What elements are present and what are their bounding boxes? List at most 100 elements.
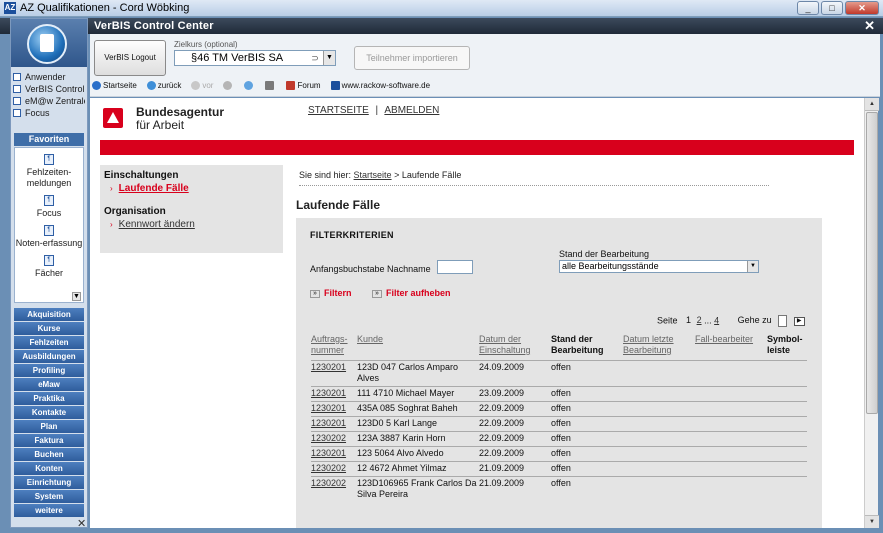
order-number-link[interactable]: 1230202 xyxy=(311,431,357,447)
nav-faktura[interactable]: Faktura xyxy=(14,434,84,447)
zielkurs-label: Zielkurs (optional) xyxy=(174,40,238,49)
app-item-focus[interactable]: Focus xyxy=(13,107,85,119)
left-nav: Einschaltungen › Laufende Fälle Organisat… xyxy=(100,165,283,253)
nav-kontakte[interactable]: Kontakte xyxy=(14,406,84,419)
col-datum-einschaltung[interactable]: Datum der Einschaltung xyxy=(479,334,551,361)
chevron-down-icon[interactable]: ▼ xyxy=(323,51,335,65)
nav-fehlzeiten[interactable]: Fehlzeiten xyxy=(14,336,84,349)
nav-praktika[interactable]: Praktika xyxy=(14,392,84,405)
app-item-emaw-zentrale[interactable]: eM@w Zentrale xyxy=(13,95,85,107)
order-number-link[interactable]: 1230201 xyxy=(311,446,357,462)
maximize-button[interactable]: □ xyxy=(821,1,843,15)
chevron-right-icon: › xyxy=(110,220,113,229)
favorites-list: ¶ Fehlzeiten-meldungen ¶ Focus ¶ Noten-erfa… xyxy=(14,147,84,303)
scroll-thumb[interactable] xyxy=(866,112,878,414)
app-item-verbis-control[interactable]: VerBIS Control xyxy=(13,83,85,95)
website-link[interactable]: www.rackow-software.de xyxy=(330,81,430,90)
table-row: 1230202 123D106965 Frank Carlos Da Silva … xyxy=(311,476,807,502)
sidebar: Anwender VerBIS Control eM@w Zentrale Fo… xyxy=(10,18,88,530)
window-icon xyxy=(13,109,21,117)
stand-select[interactable]: alle Bearbeitungsstände ▼ xyxy=(559,260,759,273)
close-icon[interactable]: ✕ xyxy=(864,18,875,34)
top-nav: STARTSEITE | ABMELDEN xyxy=(308,105,439,116)
forum-icon xyxy=(286,81,296,90)
back-arrow-icon xyxy=(146,81,156,90)
back-link[interactable]: zurück xyxy=(146,81,181,90)
page-link-4[interactable]: 4 xyxy=(714,315,719,325)
stop-button[interactable] xyxy=(223,81,234,90)
nav-system[interactable]: System xyxy=(14,490,84,503)
nav-akquisition[interactable]: Akquisition xyxy=(14,308,84,321)
favorite-faecher[interactable]: ¶ Fächer xyxy=(15,255,83,279)
goto-page-input[interactable] xyxy=(778,315,788,327)
order-number-link[interactable]: 1230201 xyxy=(311,386,357,402)
favorite-fehlzeiten[interactable]: ¶ Fehlzeiten-meldungen xyxy=(15,154,83,189)
order-number-link[interactable]: 1230201 xyxy=(311,401,357,417)
nav-weitere[interactable]: weitere xyxy=(14,504,84,517)
order-number-link[interactable]: 1230201 xyxy=(311,416,357,432)
table-row: 1230202 12 4672 Ahmet Yilmaz 21.09.2009 off… xyxy=(311,461,807,477)
table-row: 1230201 123D0 5 Karl Lange 22.09.2009 offen xyxy=(311,416,807,432)
goto-arrow-icon[interactable]: ▶ xyxy=(793,316,805,326)
nav-emaw[interactable]: eMaw xyxy=(14,378,84,391)
module-nav: Akquisition Kurse Fehlzeiten Ausbildunge… xyxy=(14,308,84,518)
close-sidebar-icon[interactable]: ✕ xyxy=(77,517,86,530)
startseite-link[interactable]: STARTSEITE xyxy=(308,105,369,116)
col-auftragsnummer[interactable]: Auftrags-nummer xyxy=(311,334,357,361)
filter-button[interactable]: » Filtern xyxy=(310,288,352,298)
forum-link[interactable]: Forum xyxy=(286,81,321,90)
import-participants-button[interactable]: Teilnehmer importieren xyxy=(354,46,470,70)
nav-ausbildungen[interactable]: Ausbildungen xyxy=(14,350,84,363)
minimize-button[interactable]: _ xyxy=(797,1,819,15)
folder-icon[interactable]: ⊃ xyxy=(307,53,323,64)
zielkurs-select[interactable]: §46 TM VerBIS SA ⊃ ▼ xyxy=(174,50,336,66)
col-fallbearbeiter[interactable]: Fall-bearbeiter xyxy=(695,334,767,361)
window-title: AZ Qualifikationen - Cord Wöbking xyxy=(20,2,190,14)
vertical-scrollbar[interactable]: ▲ ▼ xyxy=(864,98,879,528)
home-link[interactable]: Startseite xyxy=(92,81,137,90)
page-link-2[interactable]: 2 xyxy=(697,315,702,325)
nav-konten[interactable]: Konten xyxy=(14,462,84,475)
col-datum-letzte[interactable]: Datum letzte Bearbeitung xyxy=(623,334,695,361)
order-number-link[interactable]: 1230202 xyxy=(311,476,357,502)
close-window-button[interactable]: ✕ xyxy=(845,1,879,15)
leftnav-einschaltungen: Einschaltungen xyxy=(104,170,179,181)
double-arrow-icon: » xyxy=(310,289,320,298)
nav-buchen[interactable]: Buchen xyxy=(14,448,84,461)
favorites-header[interactable]: Favoriten xyxy=(14,133,84,146)
col-symbolleiste: Symbol-leiste xyxy=(767,334,803,355)
leftnav-kennwort[interactable]: › Kennwort ändern xyxy=(100,219,283,230)
favorite-focus[interactable]: ¶ Focus xyxy=(15,195,83,219)
clear-filter-button[interactable]: » Filter aufheben xyxy=(372,288,451,298)
chevron-down-icon[interactable]: ▼ xyxy=(747,261,758,272)
nav-kurse[interactable]: Kurse xyxy=(14,322,84,335)
scroll-down-icon[interactable]: ▼ xyxy=(72,292,81,301)
refresh-button[interactable] xyxy=(244,81,255,90)
print-button[interactable] xyxy=(265,81,276,90)
scroll-up-icon[interactable]: ▲ xyxy=(865,98,879,111)
nav-einrichtung[interactable]: Einrichtung xyxy=(14,476,84,489)
name-filter-input[interactable] xyxy=(437,260,473,274)
abmelden-link[interactable]: ABMELDEN xyxy=(384,105,439,116)
web-content: Bundesagentur für Arbeit STARTSEITE | AB… xyxy=(90,98,864,528)
forward-arrow-icon xyxy=(191,81,201,90)
logout-button[interactable]: VerBIS Logout xyxy=(94,40,166,76)
home-icon xyxy=(92,81,101,90)
nav-plan[interactable]: Plan xyxy=(14,420,84,433)
col-kunde[interactable]: Kunde xyxy=(357,334,479,361)
table-row: 1230202 123A 3887 Karin Horn 22.09.2009 off… xyxy=(311,431,807,447)
print-icon xyxy=(265,81,275,90)
window-icon xyxy=(13,73,21,81)
order-number-link[interactable]: 1230202 xyxy=(311,461,357,477)
scroll-down-icon[interactable]: ▼ xyxy=(865,515,879,528)
document-icon: ¶ xyxy=(44,225,54,236)
app-item-anwender[interactable]: Anwender xyxy=(13,71,85,83)
breadcrumb-startseite[interactable]: Startseite xyxy=(354,170,392,180)
leftnav-laufende-faelle[interactable]: › Laufende Fälle xyxy=(100,183,283,194)
rackow-logo-icon xyxy=(330,81,340,90)
favorite-notenerfassung[interactable]: ¶ Noten-erfassung xyxy=(15,225,83,249)
document-icon: ¶ xyxy=(44,195,54,206)
order-number-link[interactable]: 1230201 xyxy=(311,360,357,387)
nav-profiling[interactable]: Profiling xyxy=(14,364,84,377)
forward-link[interactable]: vor xyxy=(191,81,213,90)
